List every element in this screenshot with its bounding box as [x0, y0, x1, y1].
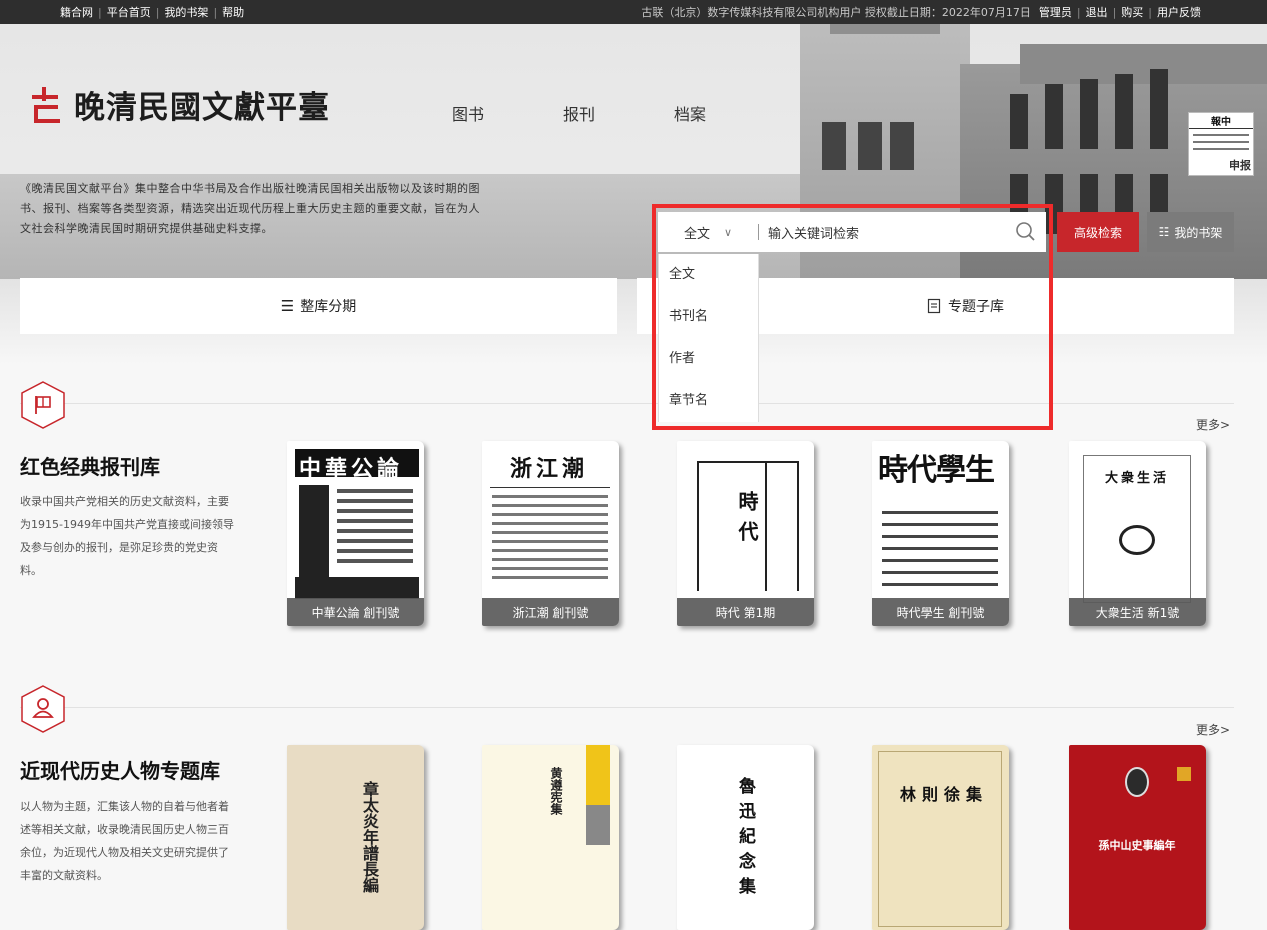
book-cover-title: 大衆生活	[1105, 471, 1170, 486]
newspaper-thumb-tag: 申报	[1229, 159, 1251, 172]
section-title-red-classics[interactable]: 红色经典报刊库	[20, 451, 160, 480]
book-caption: 中華公論 創刊號	[287, 598, 424, 626]
link-help[interactable]: 帮助	[222, 4, 244, 20]
book-cover-title: 時代學生	[878, 453, 995, 488]
link-feedback[interactable]: 用户反馈	[1157, 4, 1201, 20]
list-icon: ☰	[280, 297, 295, 315]
nav-books[interactable]: 图书	[452, 101, 484, 125]
book-card[interactable]: 時代 時代 第1期	[677, 441, 814, 626]
book-card[interactable]: 時代學生 時代學生 創刊號	[872, 441, 1009, 626]
link-purchase[interactable]: 购买	[1121, 4, 1143, 20]
platform-intro: 《晚清民国文献平台》集中整合中华书局及合作出版社晚清民国相关出版物以及该时期的图…	[20, 182, 480, 235]
flag-icon	[21, 381, 65, 429]
link-logout[interactable]: 退出	[1086, 4, 1108, 20]
newspaper-thumb-head: 報中	[1189, 113, 1253, 129]
highlight-box	[652, 204, 1053, 430]
book-caption: 大衆生活 新1號	[1069, 598, 1206, 626]
logo-icon	[32, 86, 60, 123]
book-cover-title: 中華公論	[299, 456, 404, 482]
book-caption: 時代學生 創刊號	[872, 598, 1009, 626]
my-shelf-button[interactable]: ☷ 我的书架	[1147, 212, 1234, 252]
section-divider	[20, 707, 1234, 708]
nav-periodicals[interactable]: 报刊	[563, 101, 595, 125]
book-cover-title: 黄遵宪集	[549, 767, 563, 815]
tab-full-library[interactable]: ☰ 整库分期	[20, 278, 617, 334]
advanced-search-button[interactable]: 高级检索	[1057, 212, 1139, 252]
site-title: 晚清民國文獻平臺	[74, 90, 330, 126]
book-caption: 浙江潮 創刊號	[482, 598, 619, 626]
book-card[interactable]: 大衆生活 大衆生活 新1號	[1069, 441, 1206, 626]
section-title-historical-figures[interactable]: 近现代历史人物专题库	[20, 755, 220, 784]
book-cover-title: 浙江潮	[510, 456, 589, 482]
nav-archives[interactable]: 档案	[674, 101, 706, 125]
link-my-shelf[interactable]: 我的书架	[164, 4, 208, 20]
top-user-area: 古联（北京）数字传媒科技有限公司机构用户 授权截止日期：2022年07月17日 …	[641, 4, 1201, 20]
person-icon	[21, 685, 65, 733]
more-link-historical-figures[interactable]: 更多>	[1196, 721, 1230, 738]
book-cover-title: 林則徐集	[900, 785, 989, 804]
book-cover-title: 章太炎年譜長編	[360, 781, 379, 893]
book-card[interactable]: 黄遵宪集	[482, 745, 619, 930]
link-admin[interactable]: 管理员	[1039, 4, 1072, 20]
book-card[interactable]: 魯迅紀念集	[677, 745, 814, 930]
more-link-red-classics[interactable]: 更多>	[1196, 416, 1230, 433]
book-card[interactable]: 浙江潮 浙江潮 創刊號	[482, 441, 619, 626]
book-cover-title: 時代	[735, 491, 759, 551]
section-desc-historical-figures: 以人物为主题，汇集该人物的自着与他者着述等相关文献，收录晚清民国历史人物三百余位…	[20, 800, 229, 882]
link-jihe[interactable]: 籍合网	[60, 4, 93, 20]
my-shelf-label: 我的书架	[1174, 225, 1223, 240]
book-caption: 時代 第1期	[677, 598, 814, 626]
book-card[interactable]: 林則徐集	[872, 745, 1009, 930]
book-card[interactable]: 孫中山史事編年	[1069, 745, 1206, 930]
newspaper-thumbnail[interactable]: 報中 申报	[1188, 112, 1254, 176]
book-card[interactable]: 章太炎年譜長編	[287, 745, 424, 930]
license-info: 古联（北京）数字传媒科技有限公司机构用户 授权截止日期：2022年07月17日	[641, 6, 1031, 19]
book-cover-title: 孫中山史事編年	[1098, 839, 1176, 852]
top-bar: 籍合网 | 平台首页 | 我的书架 | 帮助 古联（北京）数字传媒科技有限公司机构用户…	[0, 0, 1267, 24]
section-desc-red-classics: 收录中国共产党相关的历史文献资料，主要为1915-1949年中国共产党直接或间接…	[20, 495, 234, 577]
site-logo[interactable]: 晚清民國文獻平臺	[28, 82, 330, 127]
top-links: 籍合网 | 平台首页 | 我的书架 | 帮助	[60, 4, 245, 20]
shelf-icon: ☷	[1158, 225, 1170, 239]
book-card[interactable]: 中華公論 中華公論 創刊號	[287, 441, 424, 626]
tab-full-library-label: 整库分期	[300, 299, 357, 315]
link-platform-home[interactable]: 平台首页	[107, 4, 151, 20]
book-cover-title: 魯迅紀念集	[735, 777, 755, 902]
